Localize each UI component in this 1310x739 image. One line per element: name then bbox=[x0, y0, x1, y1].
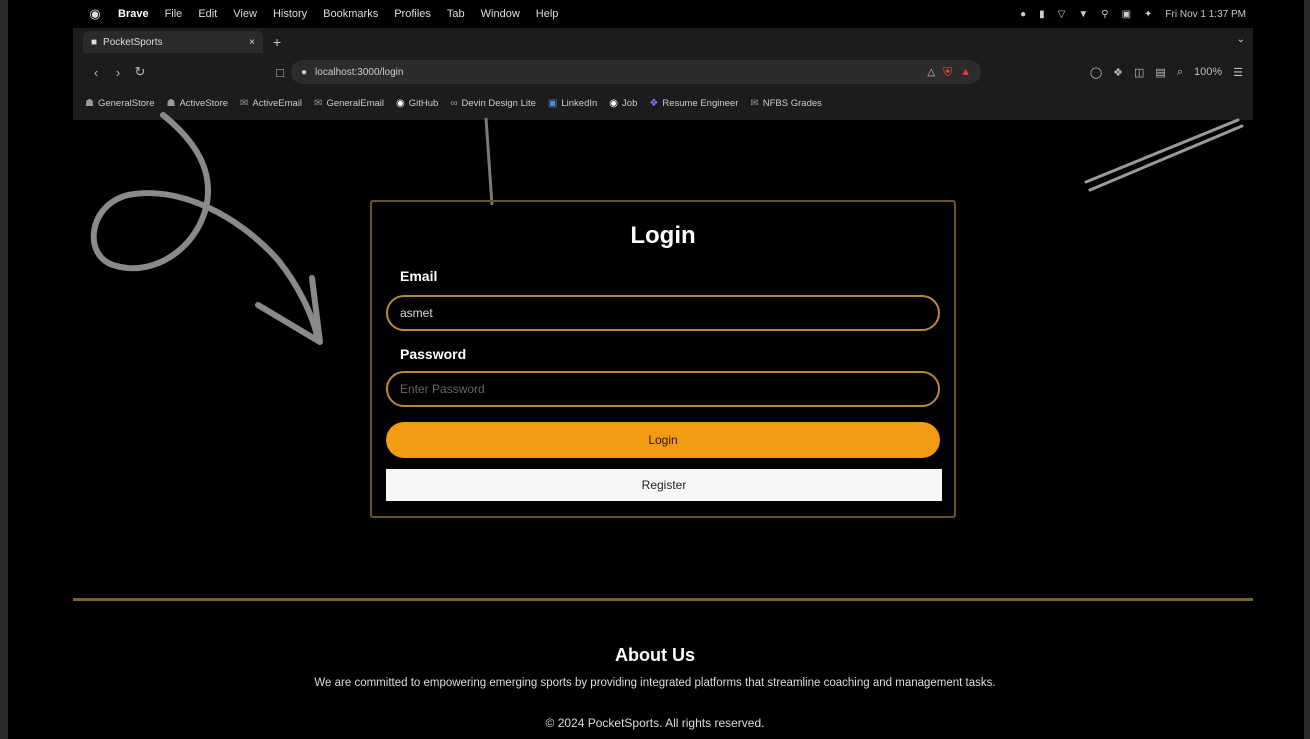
email-input[interactable]: asmet bbox=[386, 295, 940, 331]
login-card: Login Email asmet Password Enter Passwor… bbox=[370, 200, 956, 518]
login-button[interactable]: Login bbox=[386, 422, 940, 458]
login-title: Login bbox=[630, 222, 696, 249]
screen: ◉ Brave File Edit View History Bookmarks… bbox=[8, 0, 1304, 739]
email-label: Email bbox=[400, 268, 438, 284]
about-title: About Us bbox=[615, 645, 695, 665]
register-button[interactable]: Register bbox=[386, 469, 942, 501]
password-input[interactable]: Enter Password bbox=[386, 371, 940, 407]
stroke-doodle bbox=[1084, 118, 1244, 192]
copyright-text: © 2024 PocketSports. All rights reserved… bbox=[545, 716, 765, 730]
about-text: We are committed to empowering emerging … bbox=[314, 677, 996, 689]
line-doodle bbox=[484, 117, 494, 206]
password-label: Password bbox=[400, 346, 467, 362]
arrow-doodle bbox=[90, 112, 321, 343]
footer-divider bbox=[73, 598, 1253, 601]
